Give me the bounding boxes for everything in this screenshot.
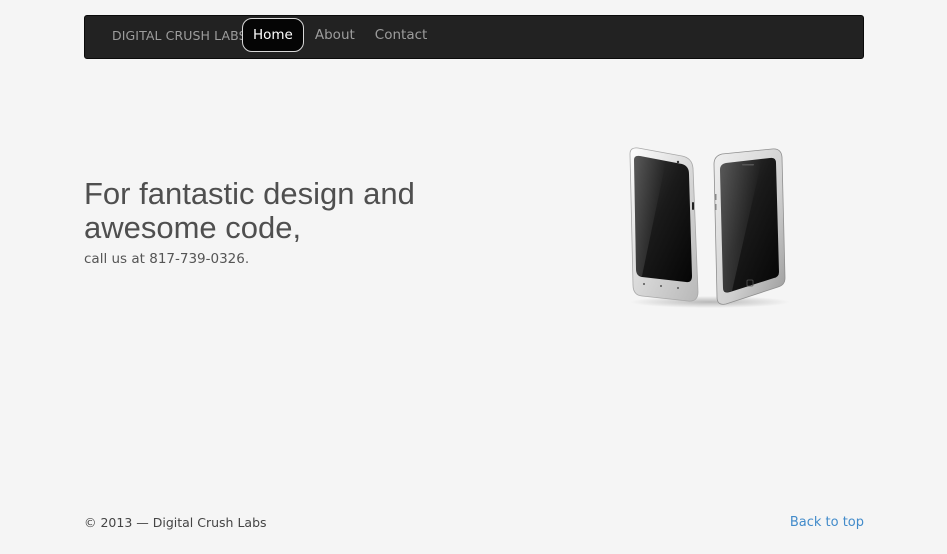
- phone-left-icon: [629, 147, 699, 302]
- nav-item-contact: Contact: [365, 18, 438, 52]
- nav-link-about[interactable]: About: [305, 18, 365, 52]
- navbar: DIGITAL CRUSH LABS Home About Contact: [84, 15, 864, 59]
- nav-link-contact[interactable]: Contact: [365, 18, 438, 52]
- hero-title: For fantastic design and awesome code,: [84, 176, 415, 245]
- nav-link-home[interactable]: Home: [242, 18, 304, 52]
- hero-subtitle: call us at 817-739-0326.: [84, 251, 250, 267]
- footer-copyright: © 2013 — Digital Crush Labs: [84, 515, 267, 530]
- phone-right-icon: [713, 148, 786, 305]
- nav-menu: Home About Contact: [242, 18, 437, 52]
- nav-item-about: About: [305, 18, 365, 52]
- brand-link[interactable]: DIGITAL CRUSH LABS: [112, 16, 247, 56]
- nav-item-home: Home: [242, 18, 305, 52]
- back-to-top-link[interactable]: Back to top: [790, 515, 864, 530]
- phones-image: [629, 147, 790, 308]
